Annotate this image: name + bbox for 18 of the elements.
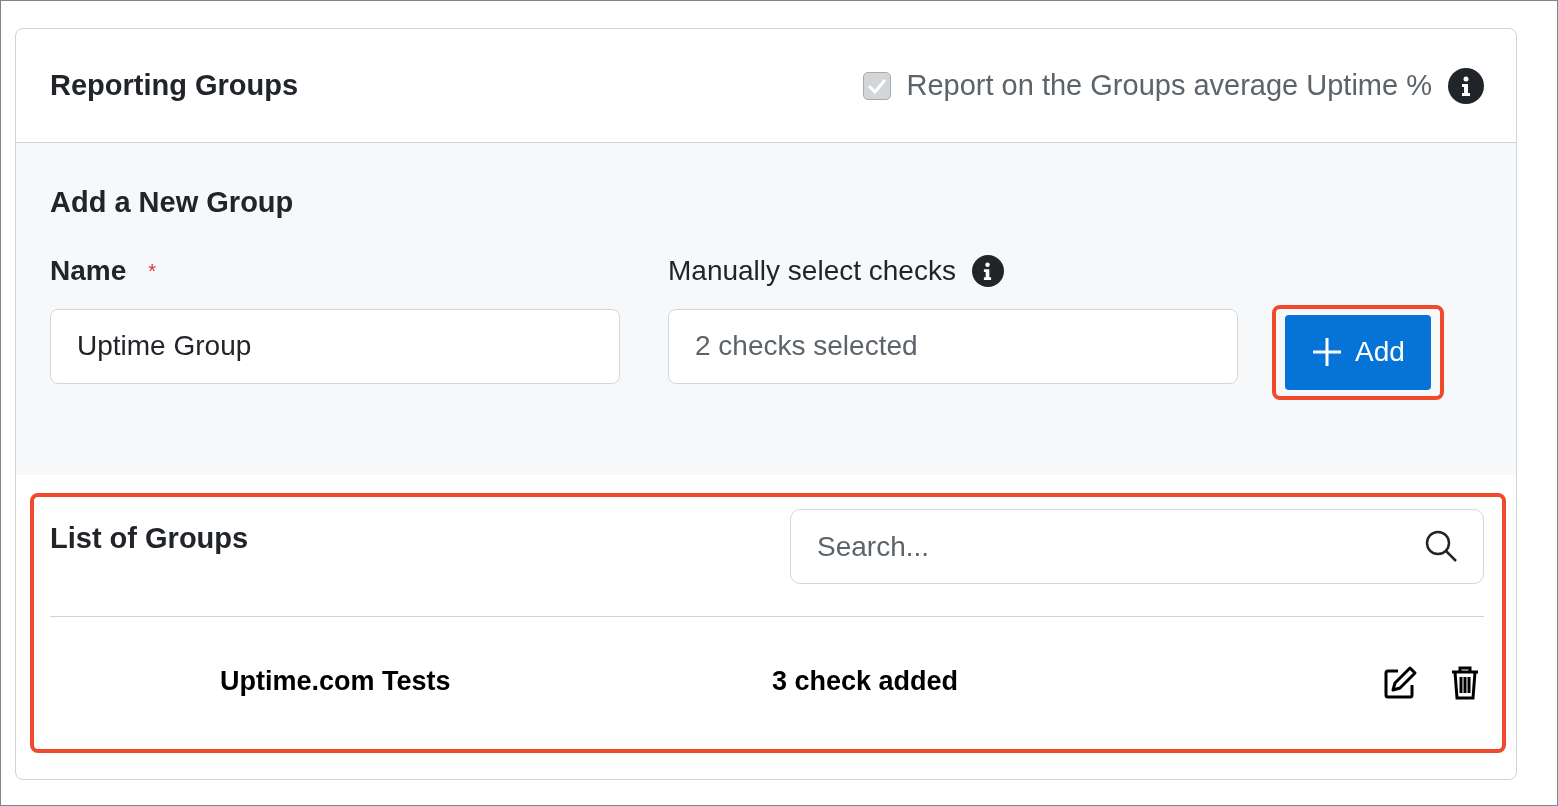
plus-icon — [1311, 336, 1343, 368]
card-title: Reporting Groups — [50, 67, 299, 103]
add-button[interactable]: Add — [1285, 314, 1431, 390]
field-label: Name — [50, 253, 127, 288]
checkbox-label: Report on the Groups average Uptime % — [906, 67, 1432, 103]
search-icon — [1424, 529, 1458, 563]
section-heading: Add a New Group — [50, 185, 295, 220]
checks-field[interactable]: 2 checks selected — [668, 308, 1238, 384]
section-heading: List of Groups — [50, 521, 249, 556]
check-count: 3 check added — [772, 665, 960, 699]
name-field[interactable]: Uptime Group — [50, 308, 620, 384]
checkmark-icon — [866, 77, 887, 94]
field-label: Manually select checks — [668, 253, 956, 288]
search-field[interactable]: Search... — [790, 509, 1484, 584]
info-icon[interactable] — [1448, 67, 1484, 104]
info-icon[interactable] — [971, 254, 1004, 287]
required-mark: * — [148, 258, 157, 284]
group-name: Uptime.com Tests — [220, 665, 452, 699]
